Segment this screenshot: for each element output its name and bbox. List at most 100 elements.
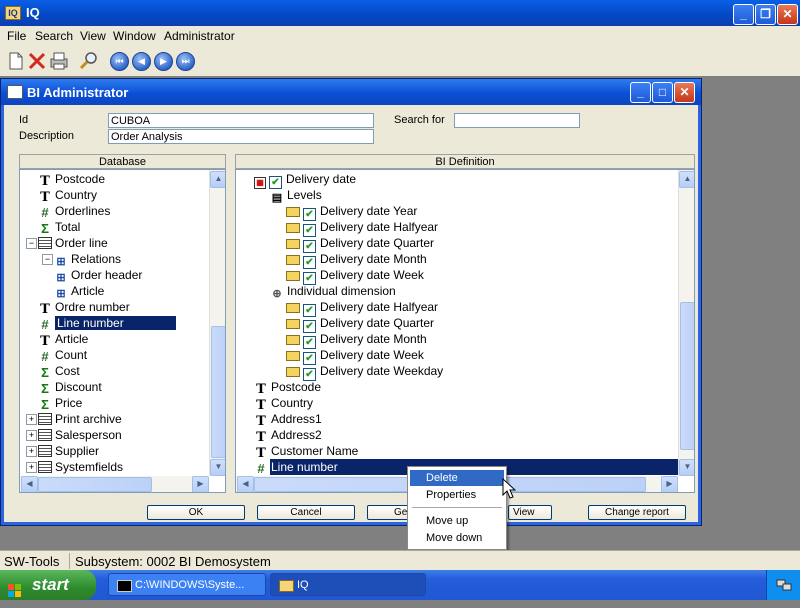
database-tree[interactable]: T Postcode T Country # Orderlines Σ Total − Order… xyxy=(19,169,226,493)
print-icon[interactable] xyxy=(48,50,70,72)
ok-button[interactable]: OK xyxy=(147,505,245,520)
scroll-left-icon[interactable]: ◀ xyxy=(237,476,254,492)
database-tree-item[interactable]: # Orderlines xyxy=(38,203,110,219)
scroll-thumb[interactable] xyxy=(38,477,152,492)
definition-tree-item[interactable]: T Country xyxy=(254,395,313,412)
bi-maximize-button[interactable]: □ xyxy=(652,82,673,103)
definition-tree-item[interactable]: ✔ Delivery date Halfyear xyxy=(286,219,438,237)
level-folder-icon xyxy=(286,335,300,345)
database-tree-item[interactable]: Σ Total xyxy=(38,219,80,235)
database-tree-item[interactable]: Supplier xyxy=(38,443,99,459)
database-tree-item[interactable]: Order line xyxy=(38,235,108,251)
expand-icon[interactable]: + xyxy=(26,462,37,473)
menu-administrator[interactable]: Administrator xyxy=(164,29,235,43)
definition-tree-item[interactable]: ✔ Delivery date Quarter xyxy=(286,235,434,253)
definition-tree-item[interactable]: ▦ ✔ Delivery date xyxy=(254,171,356,189)
bi-administrator-window: BI Administrator _ □ ✕ Id CUBOA Descript… xyxy=(0,78,702,526)
scroll-thumb[interactable] xyxy=(211,326,225,458)
definition-tree-item[interactable]: ✔ Delivery date Month xyxy=(286,251,427,269)
network-icon[interactable] xyxy=(776,578,792,592)
search-input[interactable] xyxy=(454,113,580,128)
database-tree-item[interactable]: # Count xyxy=(38,347,87,363)
expand-icon[interactable]: + xyxy=(26,414,37,425)
menu-view[interactable]: View xyxy=(80,29,106,43)
task-iq[interactable]: IQ xyxy=(270,573,426,596)
start-button[interactable]: start xyxy=(0,570,96,600)
definition-tree-item[interactable]: ✔ Delivery date Week xyxy=(286,347,424,365)
tree-item-label: Cost xyxy=(55,364,80,378)
previous-record-icon[interactable]: ◀ xyxy=(132,52,151,71)
scroll-thumb[interactable] xyxy=(680,302,694,450)
collapse-icon[interactable]: − xyxy=(26,238,37,249)
next-record-icon[interactable]: ▶ xyxy=(154,52,173,71)
database-tree-item[interactable]: Systemfields xyxy=(38,459,123,475)
context-move-down[interactable]: Move down xyxy=(410,530,504,546)
menu-window[interactable]: Window xyxy=(113,29,156,43)
definition-tree-item[interactable]: ⊕ Individual dimension xyxy=(270,283,395,300)
context-properties[interactable]: Properties xyxy=(410,487,504,503)
database-tree-item[interactable]: T Article xyxy=(38,331,88,348)
definition-tree-item[interactable]: ✔ Delivery date Month xyxy=(286,331,427,349)
definition-tree-item[interactable]: # Line number xyxy=(254,459,337,475)
database-tree-item[interactable]: Salesperson xyxy=(38,427,122,443)
menu-file[interactable]: File xyxy=(7,29,26,43)
definition-tree-item[interactable]: T Customer Name xyxy=(254,443,358,460)
scroll-right-icon[interactable]: ▶ xyxy=(661,476,678,492)
cancel-button[interactable]: Cancel xyxy=(257,505,355,520)
view-button[interactable]: View xyxy=(508,505,552,520)
zoom-icon[interactable] xyxy=(78,50,100,72)
database-vscrollbar[interactable]: ▲ ▼ xyxy=(209,170,225,476)
definition-vscrollbar[interactable]: ▲ ▼ xyxy=(678,170,694,476)
definition-tree-item[interactable]: ✔ Delivery date Weekday xyxy=(286,363,443,381)
description-field[interactable]: Order Analysis xyxy=(108,129,374,144)
database-tree-item[interactable]: T Postcode xyxy=(38,171,105,188)
definition-tree-item[interactable]: T Postcode xyxy=(254,379,321,396)
scroll-down-icon[interactable]: ▼ xyxy=(210,459,225,476)
database-tree-item[interactable]: Σ Price xyxy=(38,395,82,411)
restore-button[interactable]: ❐ xyxy=(755,4,776,25)
database-tree-item[interactable]: ⊞ Relations xyxy=(54,251,121,268)
definition-tree-item[interactable]: T Address1 xyxy=(254,411,322,428)
scroll-right-icon[interactable]: ▶ xyxy=(192,476,209,492)
collapse-icon[interactable]: − xyxy=(42,254,53,265)
scroll-up-icon[interactable]: ▲ xyxy=(679,171,694,188)
first-record-icon[interactable]: ⏮ xyxy=(110,52,129,71)
database-hscrollbar[interactable]: ◀ ▶ xyxy=(20,476,209,492)
definition-tree-item[interactable]: ✔ Delivery date Week xyxy=(286,267,424,285)
new-document-icon[interactable] xyxy=(4,50,26,72)
definition-tree-item[interactable]: ✔ Delivery date Quarter xyxy=(286,315,434,333)
last-record-icon[interactable]: ⏭ xyxy=(176,52,195,71)
task-command-prompt[interactable]: C:\WINDOWS\Syste... xyxy=(108,573,266,596)
database-tree-item[interactable]: T Country xyxy=(38,187,97,204)
database-tree-item[interactable]: ⊞ Article xyxy=(54,283,104,300)
bi-close-button[interactable]: ✕ xyxy=(674,82,695,103)
definition-tree-item[interactable]: ▤ Levels xyxy=(270,187,322,204)
database-tree-item[interactable]: Print archive xyxy=(38,411,122,427)
database-tree-item[interactable]: ⊞ Order header xyxy=(54,267,142,284)
context-delete[interactable]: Delete xyxy=(410,470,504,486)
level-folder-icon xyxy=(286,239,300,249)
database-tree-item[interactable]: T Ordre number xyxy=(38,299,130,316)
database-tree-item[interactable]: # Line number xyxy=(38,315,177,331)
context-move-up[interactable]: Move up xyxy=(410,513,504,529)
expand-icon[interactable]: + xyxy=(26,430,37,441)
bi-definition-tree[interactable]: ▦ ✔ Delivery date ▤ Levels ✔ Delivery date Yea… xyxy=(235,169,695,493)
id-field[interactable]: CUBOA xyxy=(108,113,374,128)
expand-icon[interactable]: + xyxy=(26,446,37,457)
menu-search[interactable]: Search xyxy=(35,29,73,43)
scroll-up-icon[interactable]: ▲ xyxy=(210,171,225,188)
close-button[interactable]: ✕ xyxy=(777,4,798,25)
scroll-down-icon[interactable]: ▼ xyxy=(679,459,694,476)
bi-minimize-button[interactable]: _ xyxy=(630,82,651,103)
tree-item-label: Discount xyxy=(55,380,102,394)
scroll-left-icon[interactable]: ◀ xyxy=(21,476,38,492)
definition-tree-item[interactable]: ✔ Delivery date Year xyxy=(286,203,417,221)
delete-icon[interactable] xyxy=(26,50,48,72)
database-tree-item[interactable]: Σ Discount xyxy=(38,379,102,395)
change-report-button[interactable]: Change report xyxy=(588,505,686,520)
tree-item-label: Total xyxy=(55,220,81,234)
database-tree-item[interactable]: Σ Cost xyxy=(38,363,80,379)
definition-tree-item[interactable]: ✔ Delivery date Halfyear xyxy=(286,299,438,317)
minimize-button[interactable]: _ xyxy=(733,4,754,25)
definition-tree-item[interactable]: T Address2 xyxy=(254,427,322,444)
